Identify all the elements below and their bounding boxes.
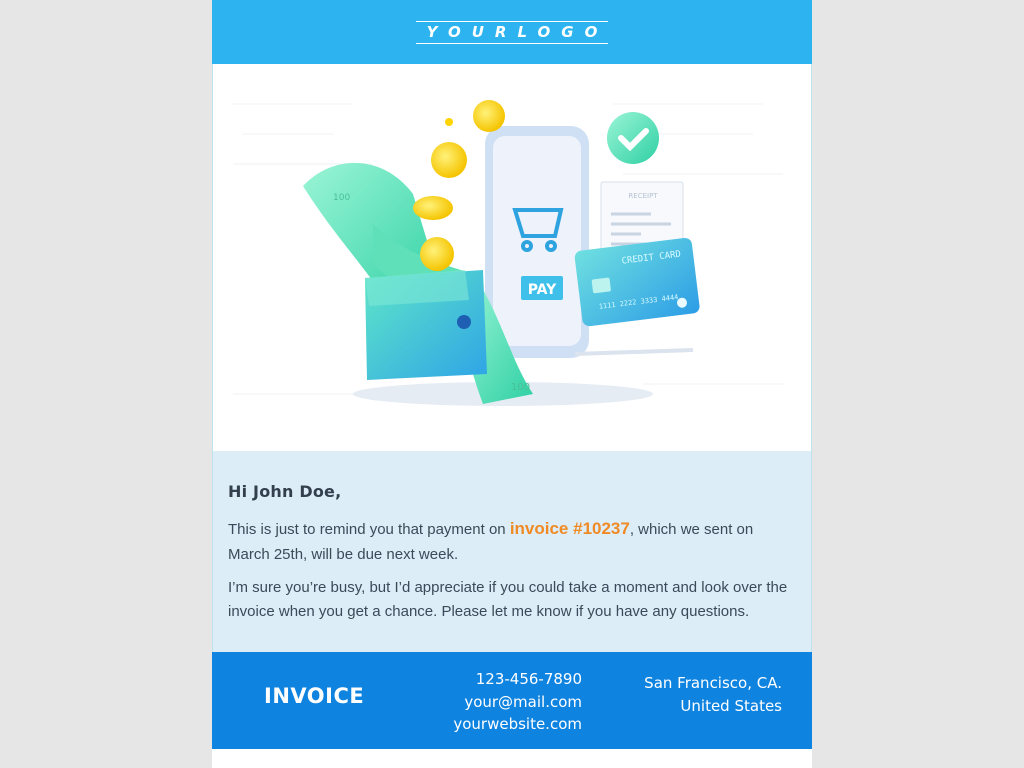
receipt-label: RECEIPT — [628, 192, 658, 200]
followup-paragraph: I’m sure you’re busy, but I’d appreciate… — [228, 579, 788, 620]
message-body: Hi John Doe, This is just to remind you … — [212, 451, 812, 652]
svg-text:100: 100 — [511, 382, 530, 393]
email-container: YOURLOGO PAY RECEIPT CREDIT CARD 1111 22… — [212, 0, 812, 768]
address-city: San Francisco, CA. — [644, 674, 782, 692]
hero-illustration: PAY RECEIPT CREDIT CARD 1111 2222 3333 4… — [212, 64, 812, 451]
logo[interactable]: YOURLOGO — [415, 20, 609, 44]
website-link[interactable]: yourwebsite.com — [453, 713, 582, 736]
email-link[interactable]: your@mail.com — [453, 691, 582, 714]
credit-card: CREDIT CARD 1111 2222 3333 4444 — [574, 237, 700, 327]
address: San Francisco, CA. United States — [644, 672, 782, 717]
contact-info: 123-456-7890 your@mail.com yourwebsite.c… — [453, 668, 582, 736]
pay-label: PAY — [528, 282, 557, 298]
email-footer: INVOICE 123-456-7890 your@mail.com yourw… — [212, 652, 812, 749]
svg-text:100: 100 — [333, 193, 350, 203]
address-country: United States — [680, 696, 782, 715]
footer-title: INVOICE — [264, 684, 365, 708]
phone-link[interactable]: 123-456-7890 — [453, 668, 582, 691]
invoice-link[interactable]: invoice #10237 — [510, 519, 630, 538]
greeting: Hi John Doe, — [228, 482, 342, 501]
coin-icon — [473, 100, 505, 132]
check-icon — [607, 112, 659, 164]
reminder-paragraph: This is just to remind you that payment … — [228, 519, 754, 563]
payment-illustration: PAY RECEIPT CREDIT CARD 1111 2222 3333 4… — [233, 100, 783, 406]
email-header: YOURLOGO — [212, 0, 812, 64]
